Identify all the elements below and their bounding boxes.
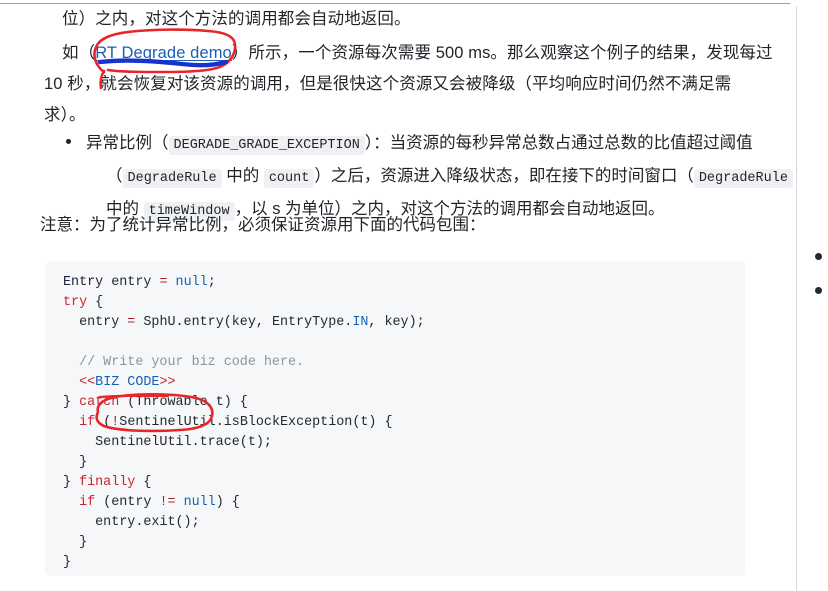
paragraph-line-1: 位）之内，对这个方法的调用都会自动地返回。 bbox=[62, 4, 411, 35]
rt-degrade-demo-link[interactable]: RT Degrade demo bbox=[95, 44, 232, 62]
inline-code: DegradeRule bbox=[122, 169, 222, 188]
code-token: >> bbox=[159, 375, 176, 390]
gutter-dot-1[interactable] bbox=[815, 253, 822, 260]
code-token: (Throwable t) { bbox=[119, 395, 248, 410]
page-root: 位）之内，对这个方法的调用都会自动地返回。 如（RT Degrade demo）… bbox=[0, 0, 828, 591]
list-item-text: 异常比例（ bbox=[86, 134, 169, 152]
paragraph-text: 10 秒，就会恢复对该资源的调用，但是很快这个资源又会被降级（平均响应时间仍然不… bbox=[44, 75, 732, 93]
code-token: ) { bbox=[215, 495, 240, 510]
note-text: 注意：为了统计异常比例，必须保证资源用下面的代码包围： bbox=[40, 216, 486, 234]
code-token: entry bbox=[63, 315, 128, 330]
paragraph-text-prefix: 如（ bbox=[62, 44, 96, 62]
code-token: catch bbox=[79, 395, 120, 410]
code-token: ; bbox=[207, 275, 216, 290]
inline-code: count bbox=[263, 169, 315, 188]
code-token: { bbox=[87, 295, 104, 310]
list-item-text: ）之后，资源进入降级状态，即在接下的时间窗口（ bbox=[314, 167, 694, 185]
code-token: try bbox=[63, 295, 88, 310]
list-item-text: （ bbox=[106, 167, 123, 185]
code-token: } bbox=[63, 535, 88, 550]
paragraph-text: 位）之内，对这个方法的调用都会自动地返回。 bbox=[62, 10, 411, 28]
code-token: IN bbox=[352, 315, 369, 330]
code-token: (entry bbox=[95, 495, 160, 510]
bullet-marker-icon bbox=[66, 139, 71, 144]
list-item-text: ）：当资源的每秒异常总数占通过总数的比值超过阈值 bbox=[364, 134, 753, 152]
list-item-continuation: （DegradeRule 中的 count ）之后，资源进入降级状态，即在接下的时… bbox=[44, 161, 793, 194]
list-item: 异常比例（ DEGRADE_GRADE_EXCEPTION ）：当资源的每秒异常总数… bbox=[44, 128, 764, 161]
inline-code: DEGRADE_GRADE_EXCEPTION bbox=[168, 136, 365, 155]
code-token: SentinelUtil.isBlockException(t) { bbox=[119, 415, 393, 430]
article-content: 位）之内，对这个方法的调用都会自动地返回。 如（RT Degrade demo）… bbox=[0, 0, 793, 591]
code-token: } bbox=[63, 475, 80, 490]
note-paragraph: 注意：为了统计异常比例，必须保证资源用下面的代码包围： bbox=[40, 210, 486, 240]
paragraph-line-2: 如（RT Degrade demo）所示，一个资源每次需要 500 ms。那么观… bbox=[62, 38, 773, 69]
code-token: null bbox=[175, 275, 208, 290]
code-comment: // Write your biz code here. bbox=[63, 355, 305, 370]
code-token: << bbox=[63, 375, 96, 390]
code-content[interactable]: Entry entry = null; try { entry = SphU.e… bbox=[45, 271, 745, 575]
paragraph-line-4: 求）。 bbox=[44, 100, 86, 131]
code-token: BIZ CODE bbox=[95, 375, 160, 390]
code-token: != bbox=[159, 495, 176, 510]
code-token: finally bbox=[79, 475, 136, 490]
code-token: { bbox=[135, 475, 152, 490]
code-token: SentinelUtil.trace(t); bbox=[63, 435, 272, 450]
code-token: ( bbox=[95, 415, 112, 430]
code-token: if bbox=[79, 495, 96, 510]
code-token: null bbox=[183, 495, 216, 510]
gutter-divider bbox=[796, 6, 797, 591]
paragraph-line-3: 10 秒，就会恢复对该资源的调用，但是很快这个资源又会被降级（平均响应时间仍然不… bbox=[44, 69, 731, 100]
code-token: } bbox=[63, 555, 72, 570]
code-token: entry.exit(); bbox=[63, 515, 200, 530]
list-item-text: 中的 bbox=[226, 167, 260, 185]
paragraph-text: 求）。 bbox=[44, 106, 86, 124]
code-token: } bbox=[63, 455, 88, 470]
code-token: SphU.entry(key, EntryType. bbox=[135, 315, 353, 330]
gutter-dot-2[interactable] bbox=[815, 287, 822, 294]
code-token: , key); bbox=[368, 315, 425, 330]
code-token: } bbox=[63, 395, 80, 410]
code-token: Entry bbox=[63, 275, 104, 290]
code-token: entry bbox=[103, 275, 160, 290]
code-block: Entry entry = null; try { entry = SphU.e… bbox=[45, 261, 745, 576]
paragraph-text-suffix: ）所示，一个资源每次需要 500 ms。那么观察这个例子的结果，发现每过 bbox=[231, 44, 773, 62]
code-token: if bbox=[79, 415, 96, 430]
inline-code: DegradeRule bbox=[693, 169, 793, 188]
